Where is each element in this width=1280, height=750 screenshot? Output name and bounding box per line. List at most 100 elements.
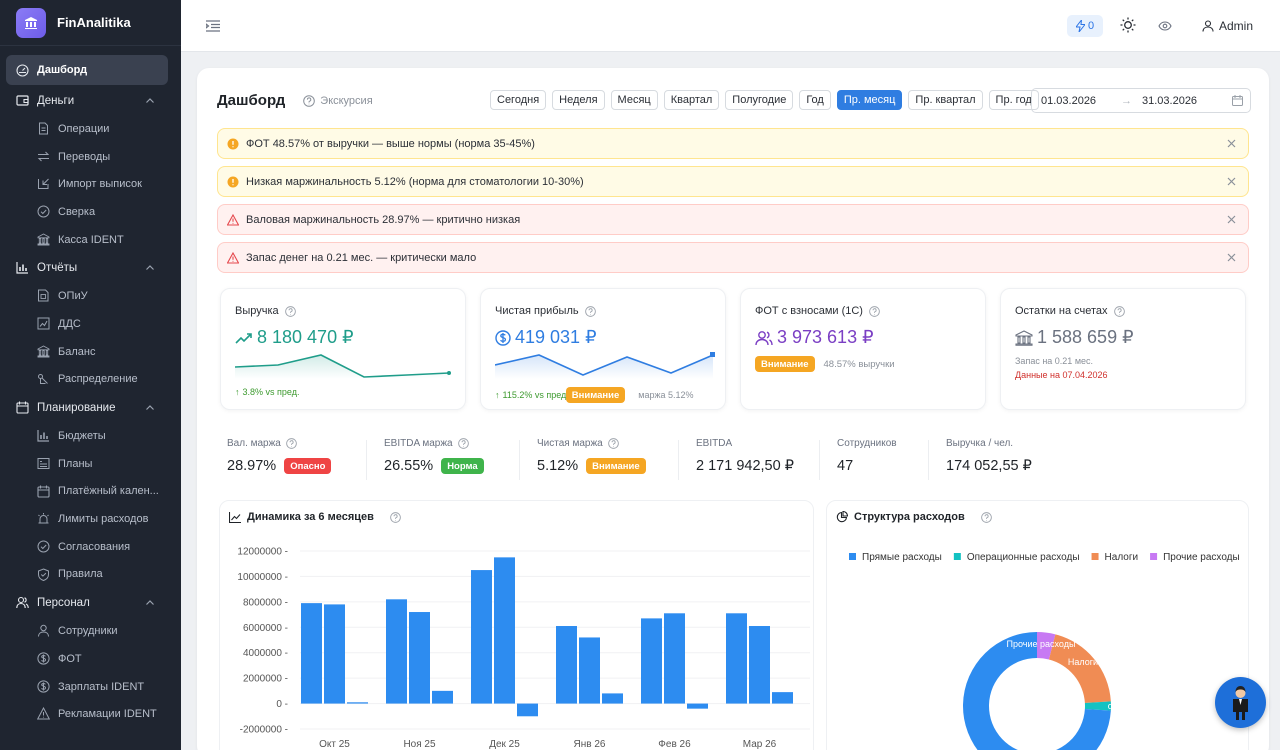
bar[interactable]: [301, 603, 322, 704]
bar[interactable]: [517, 703, 538, 717]
question-icon[interactable]: [584, 305, 596, 317]
date-from[interactable]: 01.03.2026: [1041, 95, 1121, 107]
chevron-up-icon[interactable]: [145, 263, 155, 273]
bar[interactable]: [556, 626, 577, 704]
sidebar-item-5[interactable]: Сверка: [0, 198, 181, 226]
bar[interactable]: [324, 604, 345, 704]
metric-label: EBITDA: [696, 438, 733, 449]
sidebar: FinAnalitika Дашборд Деньги Операции Перево…: [0, 0, 181, 750]
sidebar-item-19[interactable]: Персонал: [0, 588, 181, 617]
question-icon[interactable]: [869, 305, 880, 317]
sidebar-item-20[interactable]: Сотрудники: [0, 617, 181, 645]
sidebar-item-21[interactable]: ФОТ: [0, 645, 181, 673]
question-icon[interactable]: [1113, 305, 1125, 317]
question-icon[interactable]: [284, 305, 296, 317]
question-icon[interactable]: [980, 511, 992, 523]
question-icon[interactable]: [457, 438, 469, 449]
bar[interactable]: [409, 612, 430, 704]
alert-warning: ФОТ 48.57% от выручки — выше нормы (норм…: [217, 128, 1249, 159]
kpi-title: Выручка: [235, 305, 279, 317]
sidebar-item-label: Согласования: [58, 540, 131, 553]
x-tick-label: Окт 25: [319, 739, 350, 750]
dollar-icon: [37, 652, 50, 665]
sidebar-item-3[interactable]: Переводы: [0, 143, 181, 171]
sidebar-item-14[interactable]: Планы: [0, 450, 181, 478]
legend-item[interactable]: Прямые расходы: [849, 552, 942, 563]
sidebar-item-15[interactable]: Платёжный кален...: [0, 478, 181, 506]
date-range-picker[interactable]: 01.03.2026 → 31.03.2026: [1031, 88, 1251, 113]
x-tick-label: Фев 26: [658, 739, 691, 750]
sidebar-item-9[interactable]: ДДС: [0, 310, 181, 338]
period-button[interactable]: Пр. месяц: [836, 90, 903, 110]
y-tick-label: 2000000 -: [243, 674, 288, 685]
bar[interactable]: [641, 618, 662, 704]
check-circle-icon: [37, 540, 50, 553]
user-icon: [38, 625, 49, 637]
page-title: Дашборд: [217, 92, 286, 109]
chevron-up-icon[interactable]: [145, 96, 155, 106]
user-menu[interactable]: Admin: [1202, 19, 1253, 33]
bar[interactable]: [386, 599, 407, 704]
sidebar-item-0[interactable]: Дашборд: [6, 55, 168, 85]
period-button[interactable]: Неделя: [552, 90, 605, 110]
period-button[interactable]: Сегодня: [490, 90, 547, 110]
period-button[interactable]: Год: [799, 90, 831, 110]
bar[interactable]: [432, 690, 453, 704]
arrow-right-icon: →: [1121, 94, 1132, 107]
sidebar-item-label: ДДС: [58, 317, 81, 330]
metric-item: Сотрудников 47: [837, 438, 897, 474]
chevron-up-icon[interactable]: [145, 598, 155, 608]
sidebar-item-1[interactable]: Деньги: [0, 86, 181, 115]
sidebar-item-16[interactable]: Лимиты расходов: [0, 505, 181, 533]
bar[interactable]: [687, 703, 708, 709]
menu-fold-icon[interactable]: [206, 20, 220, 32]
bar[interactable]: [347, 702, 368, 704]
metric-value: 174 052,55 ₽: [946, 458, 1032, 474]
period-button[interactable]: Квартал: [663, 90, 720, 110]
sidebar-item-13[interactable]: Бюджеты: [0, 422, 181, 450]
metric-item: EBITDA 2 171 942,50 ₽: [696, 438, 794, 474]
sidebar-item-17[interactable]: Согласования: [0, 533, 181, 561]
notifications-button[interactable]: 0: [1067, 15, 1103, 37]
close-icon[interactable]: [1227, 177, 1236, 186]
sun-icon[interactable]: [1120, 17, 1136, 33]
bar[interactable]: [494, 557, 515, 704]
close-icon[interactable]: [1227, 215, 1236, 224]
period-button[interactable]: Месяц: [610, 90, 658, 110]
question-icon[interactable]: [390, 511, 401, 523]
sidebar-item-4[interactable]: Импорт выписок: [0, 170, 181, 198]
sidebar-item-10[interactable]: Баланс: [0, 338, 181, 366]
bar[interactable]: [471, 570, 492, 704]
eye-icon[interactable]: [1158, 20, 1172, 32]
period-button[interactable]: Полугодие: [725, 90, 794, 110]
legend-label: Прямые расходы: [862, 552, 942, 563]
bar[interactable]: [726, 613, 747, 704]
sidebar-item-23[interactable]: Рекламации IDENT: [0, 700, 181, 728]
legend-item[interactable]: Налоги: [1091, 552, 1139, 563]
period-button[interactable]: Пр. квартал: [908, 90, 983, 110]
sidebar-item-22[interactable]: Зарплаты IDENT: [0, 673, 181, 701]
legend-item[interactable]: Операционные расходы: [953, 552, 1080, 563]
question-icon[interactable]: [286, 438, 297, 449]
legend-item[interactable]: Прочие расходы: [1150, 552, 1240, 563]
question-icon[interactable]: [607, 438, 619, 449]
bar[interactable]: [579, 637, 600, 704]
sidebar-item-6[interactable]: Касса IDENT: [0, 226, 181, 254]
bar[interactable]: [749, 626, 770, 704]
date-to[interactable]: 31.03.2026: [1142, 95, 1222, 107]
sidebar-item-2[interactable]: Операции: [0, 115, 181, 143]
sidebar-item-12[interactable]: Планирование: [0, 393, 181, 422]
logo[interactable]: FinAnalitika: [0, 0, 181, 46]
bar[interactable]: [664, 613, 685, 704]
sidebar-item-11[interactable]: Распределение: [0, 366, 181, 394]
close-icon[interactable]: [1227, 253, 1236, 262]
bar[interactable]: [602, 693, 623, 704]
sidebar-item-18[interactable]: Правила: [0, 561, 181, 589]
assistant-button[interactable]: [1215, 677, 1266, 728]
sidebar-item-8[interactable]: ОПиУ: [0, 282, 181, 310]
tour-button[interactable]: Экскурсия: [303, 95, 373, 107]
bar[interactable]: [772, 692, 793, 704]
close-icon[interactable]: [1227, 139, 1236, 148]
sidebar-item-7[interactable]: Отчёты: [0, 253, 181, 282]
chevron-up-icon[interactable]: [145, 403, 155, 413]
